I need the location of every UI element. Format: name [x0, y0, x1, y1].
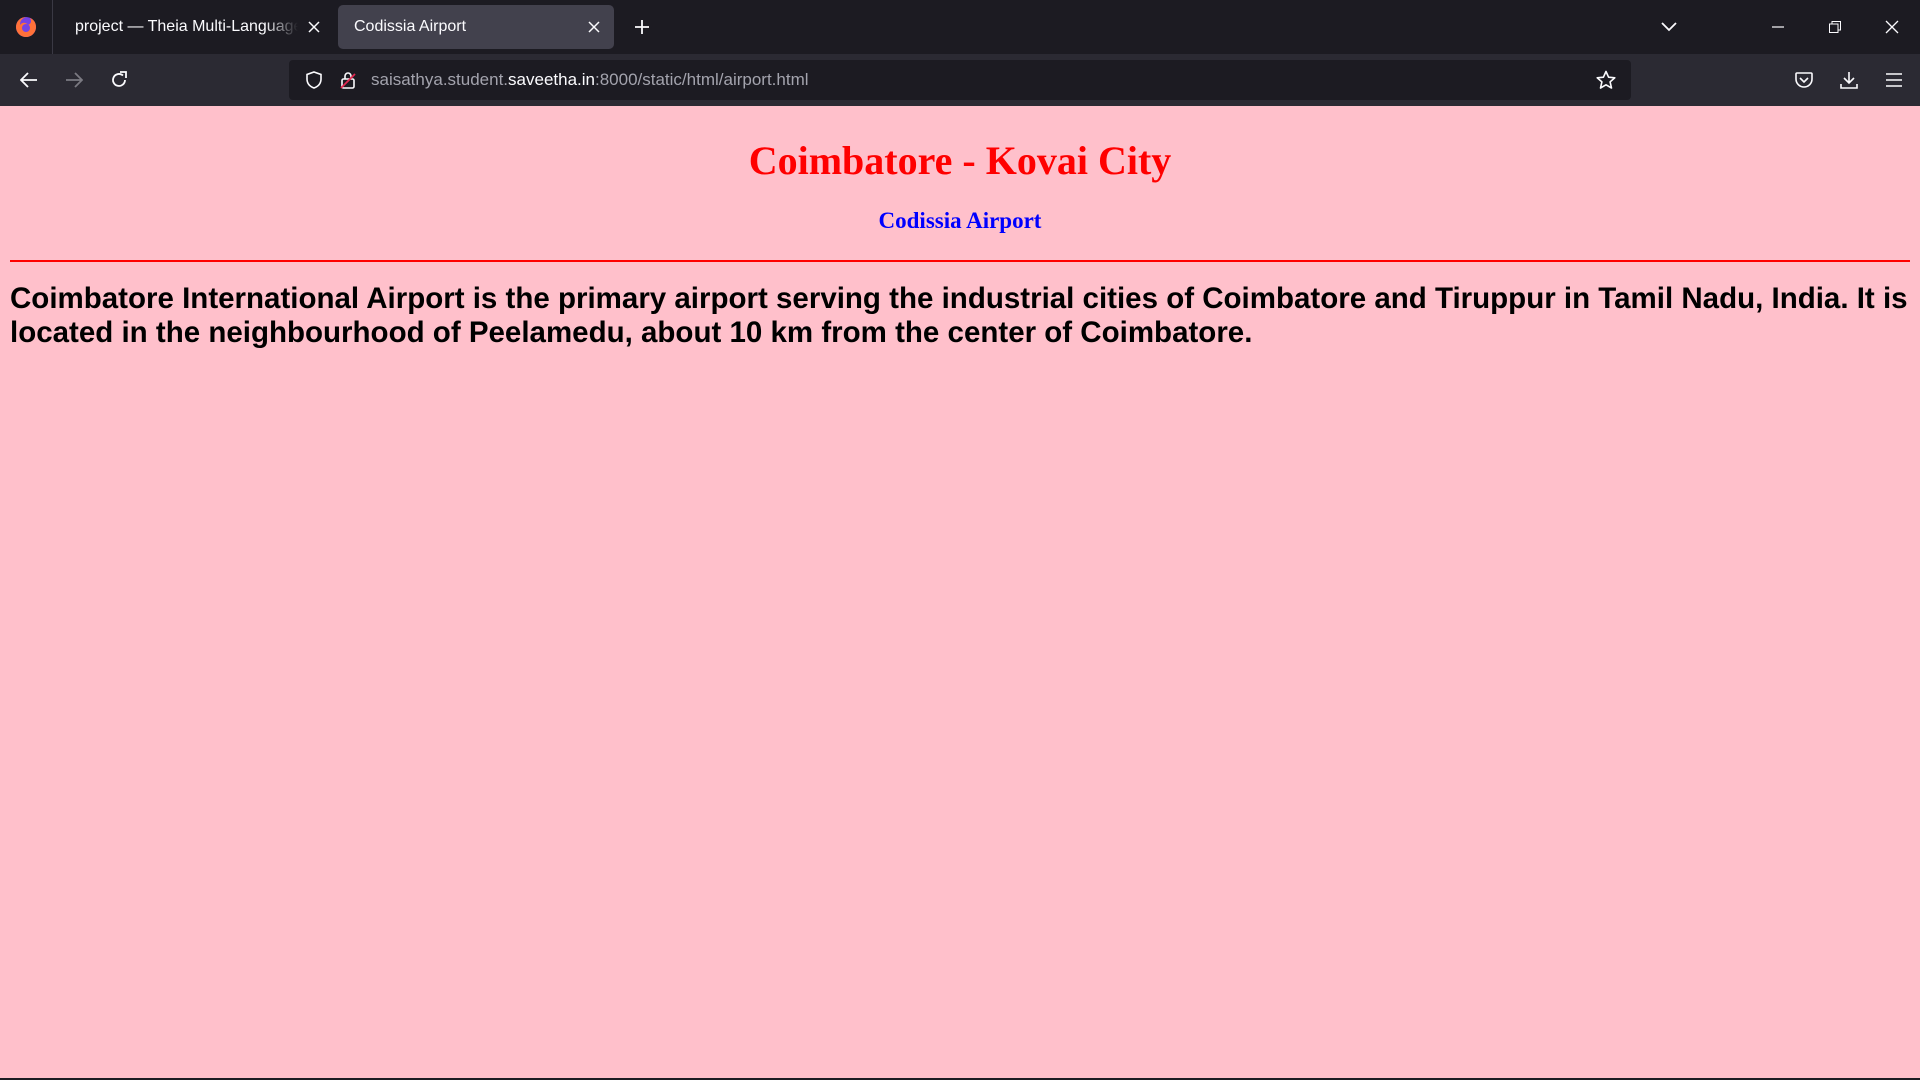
close-icon[interactable]: [584, 17, 604, 37]
back-arrow-icon[interactable]: [9, 60, 49, 100]
star-icon[interactable]: [1589, 60, 1623, 100]
plus-icon[interactable]: [624, 9, 660, 45]
tab-title: Codissia Airport: [354, 18, 467, 35]
navigation-toolbar: saisathya.student.saveetha.in:8000/stati…: [0, 54, 1920, 106]
close-icon[interactable]: [304, 17, 324, 37]
restore-icon[interactable]: [1806, 0, 1863, 54]
firefox-icon[interactable]: [0, 0, 53, 54]
tab-strip: project — Theia Multi-Language Ex Codiss…: [0, 0, 1920, 54]
url-domain: saveetha.in: [508, 70, 595, 89]
airport-description: Coimbatore International Airport is the …: [10, 282, 1908, 349]
url-bar[interactable]: saisathya.student.saveetha.in:8000/stati…: [289, 60, 1631, 100]
page-heading: Coimbatore - Kovai City: [748, 138, 1172, 183]
lock-icon[interactable]: [331, 60, 365, 100]
pocket-icon[interactable]: [1784, 60, 1824, 100]
page-content: Coimbatore - Kovai City Codissia Airport…: [0, 106, 1920, 1080]
tab-codissia-airport[interactable]: Codissia Airport: [338, 5, 614, 49]
download-icon[interactable]: [1829, 60, 1869, 100]
url-prefix: saisathya.student.: [371, 70, 509, 89]
shield-icon[interactable]: [297, 60, 331, 100]
minimize-icon[interactable]: [1749, 0, 1806, 54]
browser-window: project — Theia Multi-Language Ex Codiss…: [0, 0, 1920, 1080]
hamburger-menu-icon[interactable]: [1874, 60, 1914, 100]
forward-arrow-icon[interactable]: [54, 60, 94, 100]
url-text[interactable]: saisathya.student.saveetha.in:8000/stati…: [371, 70, 809, 90]
divider: [10, 260, 1910, 262]
url-path: :8000/static/html/airport.html: [594, 70, 809, 89]
tab-title: project — Theia Multi-Language Ex: [75, 18, 298, 35]
close-icon[interactable]: [1863, 0, 1920, 54]
reload-icon[interactable]: [99, 60, 139, 100]
page-subheading: Codissia Airport: [878, 208, 1042, 233]
tab-project[interactable]: project — Theia Multi-Language Ex: [59, 5, 334, 49]
chevron-down-icon[interactable]: [1649, 7, 1689, 47]
